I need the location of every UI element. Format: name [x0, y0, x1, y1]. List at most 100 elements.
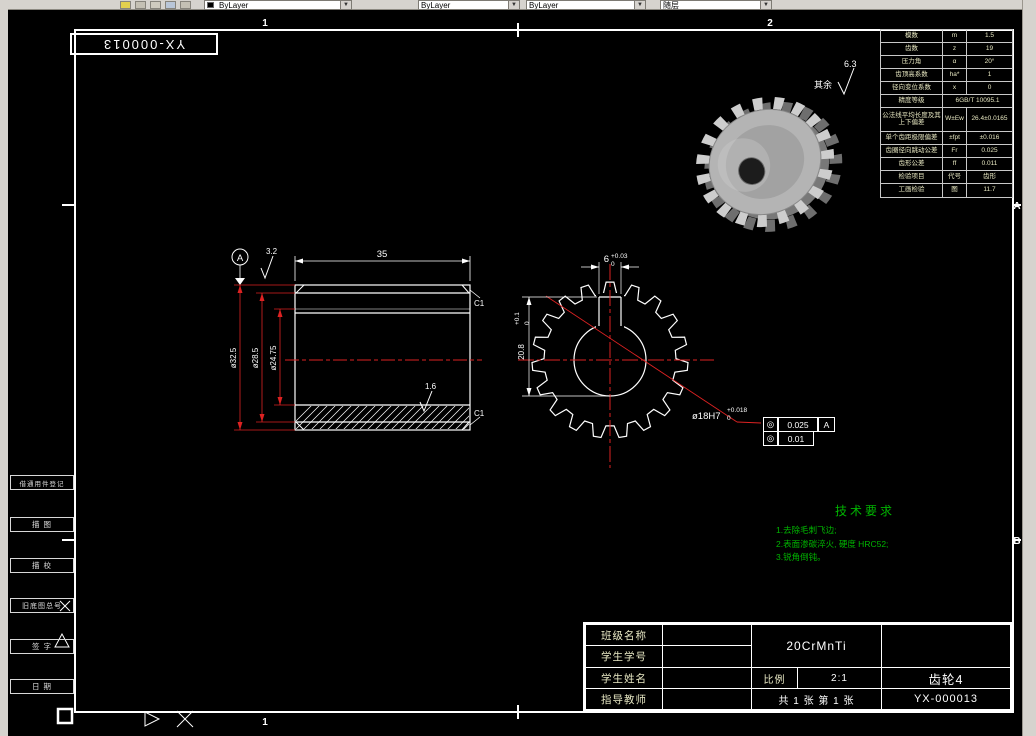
table-row: 公法线平均长度及其上下偏差 W±Ew 26.4±0.0165: [881, 108, 1012, 132]
drawing-number: YX-000013: [881, 688, 1011, 710]
front-view: 6 +0.03 0 20.8 +0.1 0 ø18H7 +0.018 0: [514, 253, 762, 468]
tech-req-title: 技术要求: [834, 504, 895, 518]
part-name: 齿轮4: [881, 667, 1011, 689]
param-value: 0: [987, 83, 992, 91]
object-properties-toolbar: ByLayer ▼ ByLayer ▼ ByLayer ▼ 随层 ▼: [8, 0, 1022, 10]
roughness-symbol-face: [260, 255, 274, 280]
table-row: 径向变位系数 x 0: [881, 82, 1012, 95]
table-row: 齿顶高系数 ha* 1: [881, 69, 1012, 82]
dim-root-diameter: ø24.75: [269, 345, 278, 370]
roughness-symbol-bore: [419, 390, 433, 413]
front-view-centerlines: [518, 264, 762, 468]
param-value: 0.025: [981, 146, 998, 154]
dim-keyway-width-tol-upper: +0.03: [611, 253, 628, 260]
param-symbol: ha*: [943, 69, 967, 81]
param-label: 模数: [881, 30, 943, 42]
title-block: 班级名称 学生学号 学生姓名 指导教师 20CrMnTi 比例 2:1 齿轮4 …: [583, 622, 1013, 712]
param-value: 19: [985, 44, 994, 52]
param-value: 6GB/T 10095.1: [955, 96, 1000, 104]
scale-value: 2:1: [797, 667, 882, 689]
tech-req-line: 3.锐角倒钝。: [776, 552, 826, 563]
title-block-blank-cell: [662, 688, 752, 710]
margin-box-signature: 签 字: [10, 639, 74, 654]
param-value: 1: [987, 70, 992, 78]
param-label: 齿圈径向跳动公差: [881, 145, 943, 157]
param-value: 26.4±0.0165: [971, 115, 1008, 123]
layer-icon[interactable]: [120, 1, 131, 9]
param-label: 压力角: [881, 56, 943, 68]
roughness-face-value: 3.2: [266, 247, 278, 256]
param-symbol: z: [943, 43, 967, 55]
param-label: 检验项目: [881, 171, 943, 183]
dim-pitch-diameter: ø28.5: [251, 347, 260, 368]
table-row: 检验项目 代号 齿形: [881, 171, 1012, 184]
title-block-blank-cell: [662, 645, 752, 668]
scale-label: 比例: [751, 667, 798, 689]
table-row: 模数 m 1.5: [881, 30, 1012, 43]
roughness-general-note: 其余 6.3: [814, 59, 857, 96]
chamfer-label-top: C1: [474, 299, 485, 308]
dim-keyway-width-tol-lower: 0: [611, 261, 615, 268]
zone-number-top-left: 1: [262, 18, 268, 29]
layer-previous-icon[interactable]: [165, 1, 176, 9]
param-value: 11.7: [983, 186, 996, 194]
linetype-control-value: ByLayer: [421, 0, 451, 10]
param-symbol: ±fpt: [943, 132, 967, 144]
param-symbol: m: [943, 30, 967, 42]
title-block-blank-cell: [881, 624, 1011, 668]
dim-keyway-depth-tol-lower: 0: [524, 321, 531, 325]
datum-label: A: [237, 253, 244, 264]
layers-dialog-icon[interactable]: [135, 1, 146, 9]
feature-control-frame-2: ◎ 0.01: [763, 431, 814, 446]
dim-bore-tol-upper: +0.018: [727, 407, 747, 414]
table-row: 齿圈径向跳动公差 Fr 0.025: [881, 145, 1012, 158]
plotstyle-control[interactable]: 随层 ▼: [660, 0, 772, 10]
plotstyle-dropdown-arrow-icon[interactable]: ▼: [760, 1, 771, 9]
lineweight-dropdown-arrow-icon[interactable]: ▼: [634, 1, 645, 9]
roughness-bore-value: 1.6: [425, 382, 437, 391]
linetype-dropdown-arrow-icon[interactable]: ▼: [508, 1, 519, 9]
title-block-blank-cell: [662, 667, 752, 689]
param-symbol: 图: [943, 184, 967, 197]
color-control-value: ByLayer: [219, 0, 249, 10]
margin-box-old-drawing-no: 旧底图总号: [10, 598, 74, 613]
table-row: 压力角 α 20°: [881, 56, 1012, 69]
drawing-number-stamp: YX-000013: [70, 33, 218, 55]
tech-req-line: 2.表面渗碳淬火, 硬度 HRC52;: [776, 538, 889, 549]
zone-number-top-right: 2: [767, 18, 773, 29]
margin-box-trace: 描 图: [10, 517, 74, 532]
title-block-label: 指导教师: [585, 688, 663, 710]
color-swatch-icon: [207, 2, 214, 8]
zone-number-bottom-left: 1: [262, 717, 268, 728]
param-label: 公法线平均长度及其上下偏差: [881, 108, 943, 131]
param-value: 0.011: [981, 159, 998, 167]
table-row: 工画检验图 11.7: [881, 184, 1012, 197]
color-dropdown-arrow-icon[interactable]: ▼: [340, 1, 351, 9]
stamp-text: YX-000013: [102, 36, 186, 52]
drawing-canvas[interactable]: 1 2 1 A B 其余 6.3 35 3.2 A C1 C1 1.6 ø32.…: [8, 10, 1022, 736]
dim-keyway-width: 6: [604, 254, 609, 265]
table-row: 精度等级 6GB/T 10095.1: [881, 95, 1012, 108]
table-row: 齿数 z 19: [881, 43, 1012, 56]
color-control[interactable]: ByLayer ▼: [204, 0, 352, 10]
fcf1-datum: A: [818, 417, 835, 432]
make-layer-current-icon[interactable]: [150, 1, 161, 9]
table-row: 单个齿距极限偏差 ±fpt ±0.016: [881, 132, 1012, 145]
properties-icon[interactable]: [180, 1, 191, 9]
dim-bore: ø18H7: [692, 411, 721, 422]
plotstyle-control-value: 随层: [663, 0, 679, 10]
linetype-control[interactable]: ByLayer ▼: [418, 0, 520, 10]
datum-triangle-icon: [235, 278, 245, 285]
param-label: 齿顶高系数: [881, 69, 943, 81]
sheet-note: 共 1 张 第 1 张: [751, 688, 882, 710]
margin-box-trace-check: 描 校: [10, 558, 74, 573]
chamfer-label-bottom: C1: [474, 409, 485, 418]
zone-letter-b: B: [1013, 536, 1020, 547]
lineweight-control[interactable]: ByLayer ▼: [526, 0, 646, 10]
margin-box-date: 日 期: [10, 679, 74, 694]
param-label: 单个齿距极限偏差: [881, 132, 943, 144]
technical-requirements: 技术要求 1.去除毛刺飞边; 2.表面渗碳淬火, 硬度 HRC52; 3.锐角倒…: [776, 502, 954, 565]
param-label: 齿形公差: [881, 158, 943, 170]
side-view: 35 3.2 A C1 C1 1.6 ø32.5 ø28.5 ø24.75: [229, 247, 485, 431]
margin-box-borrow-record: 借通用件登记: [10, 475, 74, 490]
